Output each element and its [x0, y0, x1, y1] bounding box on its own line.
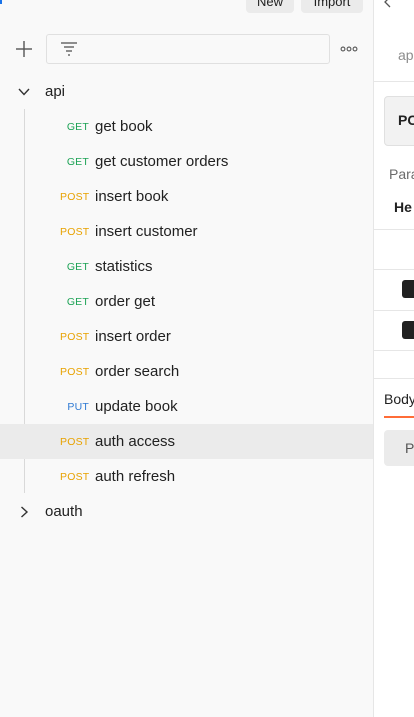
method-badge: POST [60, 471, 90, 483]
request-label: get book [95, 118, 153, 135]
method-badge: POST [60, 331, 90, 343]
window-edge-accent [0, 0, 2, 4]
folder-oauth[interactable]: oauth [0, 494, 373, 529]
divider [374, 269, 414, 270]
header-checkbox[interactable] [402, 280, 414, 298]
filter-lines-icon [61, 42, 77, 56]
method-badge: POST [60, 191, 90, 203]
request-label: get customer orders [95, 153, 229, 170]
body-tab[interactable]: Body [384, 391, 414, 407]
plus-icon[interactable] [15, 40, 33, 58]
import-button[interactable]: Import [301, 0, 363, 13]
request-label: insert customer [95, 223, 198, 240]
response-button-label: P [405, 440, 414, 456]
filter-field[interactable] [46, 34, 330, 64]
request-item[interactable]: GET get book [0, 109, 373, 144]
request-item[interactable]: PUT update book [0, 389, 373, 424]
more-horizontal-icon[interactable] [340, 44, 358, 54]
chevron-left-icon[interactable] [382, 0, 394, 8]
request-item[interactable]: POST insert order [0, 319, 373, 354]
method-badge: GET [66, 121, 89, 133]
filter-input[interactable] [87, 39, 321, 61]
request-label: statistics [95, 258, 153, 275]
request-tab-title[interactable]: ap [398, 47, 414, 63]
app-window: New Import api GET get book GET get cust… [0, 0, 414, 717]
header-checkbox[interactable] [402, 321, 414, 339]
chevron-down-icon[interactable] [17, 85, 31, 99]
method-badge: POST [60, 226, 90, 238]
response-button[interactable]: P [384, 430, 414, 466]
request-label: order search [95, 363, 180, 380]
request-label: insert order [95, 328, 171, 345]
request-item[interactable]: POST insert book [0, 179, 373, 214]
divider [374, 310, 414, 311]
method-select-label: PC [398, 112, 414, 128]
method-badge: GET [66, 296, 89, 308]
params-tab[interactable]: Para [389, 166, 414, 182]
request-item[interactable]: GET get customer orders [0, 144, 373, 179]
folder-api[interactable]: api [0, 74, 373, 109]
chevron-right-icon[interactable] [17, 505, 31, 519]
request-pane: ap PC Para He Body P [374, 0, 414, 717]
collection-tree: api GET get book GET get customer orders… [0, 74, 373, 529]
request-item[interactable]: POST order search [0, 354, 373, 389]
divider [374, 378, 414, 379]
divider [374, 81, 414, 82]
divider [374, 229, 414, 230]
request-item[interactable]: GET order get [0, 284, 373, 319]
new-button[interactable]: New [246, 0, 294, 13]
method-badge: POST [60, 366, 90, 378]
request-label: insert book [95, 188, 169, 205]
method-badge: PUT [67, 401, 89, 413]
request-item[interactable]: POST auth refresh [0, 459, 373, 494]
request-item-selected[interactable]: POST auth access [0, 424, 373, 459]
headers-section-label: He [394, 199, 412, 215]
method-select[interactable]: PC [384, 96, 414, 146]
folder-label: api [45, 83, 66, 100]
method-badge: POST [60, 436, 90, 448]
request-item[interactable]: POST insert customer [0, 214, 373, 249]
request-item[interactable]: GET statistics [0, 249, 373, 284]
active-tab-underline [384, 416, 414, 418]
method-badge: GET [66, 156, 89, 168]
folder-label: oauth [45, 503, 83, 520]
request-label: auth refresh [95, 468, 176, 485]
request-label: order get [95, 293, 156, 310]
divider [374, 350, 414, 351]
sidebar-toolbar [0, 34, 373, 64]
request-label: auth access [95, 433, 176, 450]
request-label: update book [95, 398, 178, 415]
method-badge: GET [66, 261, 89, 273]
collections-sidebar: New Import api GET get book GET get cust… [0, 0, 374, 717]
